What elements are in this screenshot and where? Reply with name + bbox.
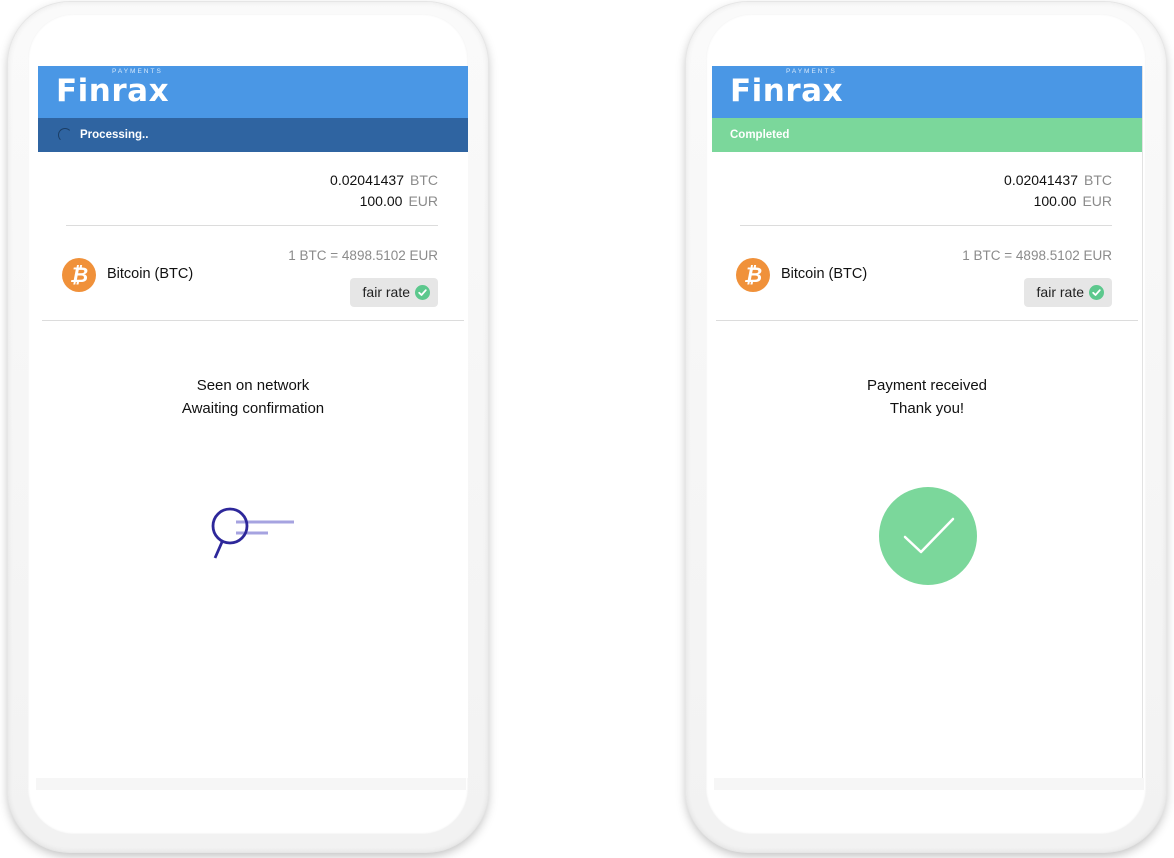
status-bar: Completed bbox=[712, 118, 1142, 152]
divider bbox=[716, 320, 1138, 321]
bitcoin-icon: ₿ bbox=[736, 258, 770, 292]
message-line-2: Thank you! bbox=[889, 400, 965, 417]
bottom-bar bbox=[36, 778, 466, 790]
fair-rate-badge[interactable]: fair rate bbox=[1023, 278, 1112, 307]
fiat-amount: 100.00 bbox=[359, 193, 403, 209]
fair-rate-label: fair rate bbox=[1036, 284, 1084, 300]
phone-frame-completed: Finrax PAYMENTS Completed 0.02041437 BTC … bbox=[686, 2, 1166, 852]
message-line-1: Seen on network bbox=[196, 377, 310, 394]
logo-subtitle: PAYMENTS bbox=[112, 68, 163, 75]
amounts: 0.02041437 BTC 100.00 EUR bbox=[38, 152, 468, 212]
exchange-rate: 1 BTC = 4898.5102 EUR bbox=[288, 248, 438, 263]
fiat-unit: EUR bbox=[408, 193, 438, 209]
crypto-amount: 0.02041437 bbox=[330, 172, 404, 188]
crypto-amount: 0.02041437 bbox=[1004, 172, 1078, 188]
fiat-unit: EUR bbox=[1082, 193, 1112, 209]
message-line-2: Awaiting confirmation bbox=[181, 400, 325, 417]
crypto-amount-line: 0.02041437 BTC bbox=[38, 170, 438, 191]
finrax-logo: Finrax bbox=[730, 73, 844, 109]
check-circle-icon bbox=[1089, 285, 1104, 300]
bottom-bar bbox=[714, 778, 1144, 790]
app-header: Finrax PAYMENTS bbox=[712, 66, 1142, 118]
phone-frame-processing: Finrax PAYMENTS Processing.. 0.02041437 B… bbox=[8, 2, 488, 852]
check-circle-icon bbox=[415, 285, 430, 300]
status-message: Seen on network Awaiting confirmation bbox=[38, 374, 468, 420]
payment-screen-processing: Finrax PAYMENTS Processing.. 0.02041437 B… bbox=[38, 66, 468, 778]
divider bbox=[42, 320, 464, 321]
fair-rate-badge[interactable]: fair rate bbox=[349, 278, 438, 307]
coin-name: Bitcoin (BTC) bbox=[781, 266, 868, 282]
logo-subtitle: PAYMENTS bbox=[786, 68, 837, 75]
crypto-unit: BTC bbox=[1084, 172, 1112, 188]
message-line-1: Payment received bbox=[866, 377, 988, 394]
bitcoin-icon: ₿ bbox=[62, 258, 96, 292]
status-text: Completed bbox=[730, 129, 790, 141]
currency-row: ₿ Bitcoin (BTC) 1 BTC = 4898.5102 EUR fa… bbox=[712, 226, 1142, 320]
fiat-amount: 100.00 bbox=[1033, 193, 1077, 209]
status-text: Processing.. bbox=[80, 129, 149, 141]
fair-rate-label: fair rate bbox=[362, 284, 410, 300]
magnifier-searching-icon bbox=[204, 506, 304, 581]
exchange-rate: 1 BTC = 4898.5102 EUR bbox=[962, 248, 1112, 263]
success-check-icon bbox=[878, 486, 978, 591]
status-bar: Processing.. bbox=[38, 118, 468, 152]
fiat-amount-line: 100.00 EUR bbox=[38, 191, 438, 212]
coin-name: Bitcoin (BTC) bbox=[107, 266, 194, 282]
amounts: 0.02041437 BTC 100.00 EUR bbox=[712, 152, 1142, 212]
crypto-amount-line: 0.02041437 BTC bbox=[712, 170, 1112, 191]
spinner-icon bbox=[58, 128, 72, 142]
crypto-unit: BTC bbox=[410, 172, 438, 188]
payment-screen-completed: Finrax PAYMENTS Completed 0.02041437 BTC … bbox=[712, 66, 1143, 778]
app-header: Finrax PAYMENTS bbox=[38, 66, 468, 118]
status-message: Payment received Thank you! bbox=[712, 374, 1142, 420]
finrax-logo: Finrax bbox=[56, 73, 170, 109]
currency-row: ₿ Bitcoin (BTC) 1 BTC = 4898.5102 EUR fa… bbox=[38, 226, 468, 320]
fiat-amount-line: 100.00 EUR bbox=[712, 191, 1112, 212]
